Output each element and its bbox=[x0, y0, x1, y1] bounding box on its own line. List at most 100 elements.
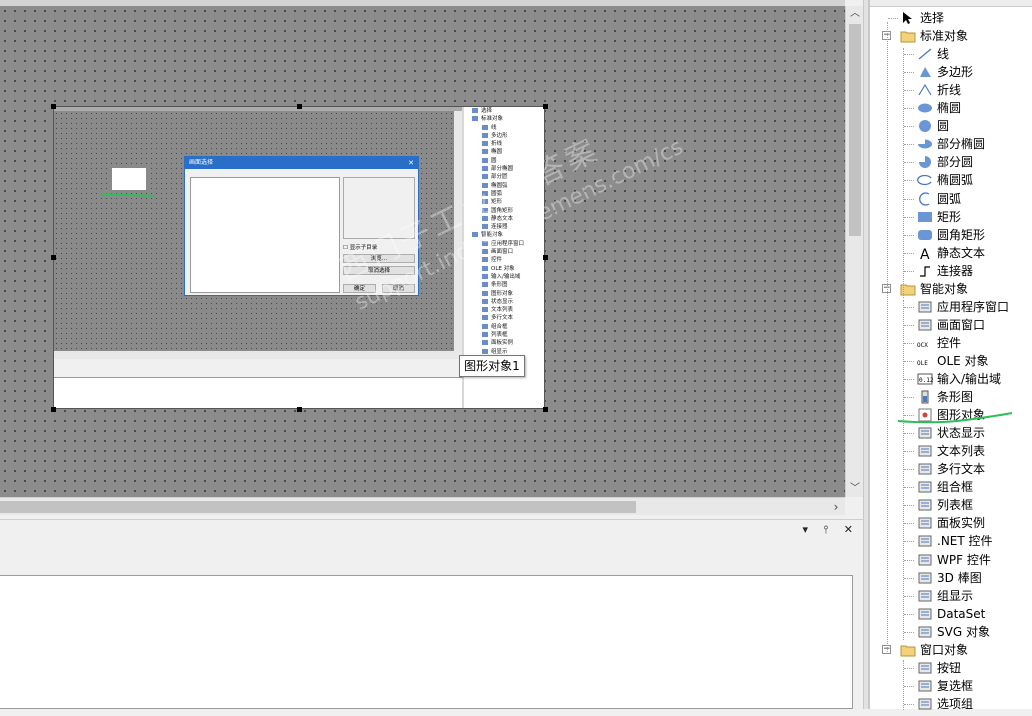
tree-connector bbox=[904, 505, 914, 507]
toolbox-item-polyline[interactable]: 折线 bbox=[870, 81, 1032, 99]
toolbox-item-picture-window[interactable]: 画面窗口 bbox=[870, 316, 1032, 334]
ellipse-arc-icon bbox=[917, 173, 933, 187]
embedded-tree-item: 控件 bbox=[468, 256, 544, 264]
toolbox-item-polygon[interactable]: 多边形 bbox=[870, 63, 1032, 81]
embedded-tree-item: 列表框 bbox=[468, 331, 544, 339]
tree-connector bbox=[904, 252, 914, 254]
toolbox-item-label: 部分椭圆 bbox=[937, 137, 986, 152]
cancel-select-button: 取消选择 bbox=[343, 266, 415, 275]
toolbox-item-ole-object[interactable]: OLE OLE 对象 bbox=[870, 352, 1032, 370]
embedded-tree-icon bbox=[482, 215, 488, 221]
embedded-tree-item: 标准对象 bbox=[468, 115, 544, 123]
connector-icon bbox=[917, 264, 933, 278]
scroll-up-icon[interactable]: ︿ bbox=[846, 6, 864, 22]
selection-handle-ne[interactable] bbox=[543, 104, 548, 109]
toolbox-item-label: 窗口对象 bbox=[920, 642, 969, 657]
toolbox-item-dotnet-control[interactable]: .NET 控件 bbox=[870, 532, 1032, 550]
horizontal-scroll-thumb[interactable] bbox=[0, 501, 636, 513]
toolbox-item-connector[interactable]: 连接器 bbox=[870, 262, 1032, 280]
toolbox-item-folder-shapes[interactable]: − 标准对象 bbox=[870, 27, 1032, 45]
ellipse-icon bbox=[917, 101, 933, 115]
tree-connector bbox=[904, 198, 914, 200]
toolbox-item-circle-arc[interactable]: 圆弧 bbox=[870, 190, 1032, 208]
ellipse-segment-icon bbox=[917, 137, 933, 151]
selection-handle-s[interactable] bbox=[297, 407, 302, 412]
toolbox-item-cursor-arrow[interactable]: 选择 bbox=[870, 9, 1032, 27]
toolbox-item-wpf-control[interactable]: WPF 控件 bbox=[870, 551, 1032, 569]
toolbox-item-circle[interactable]: 圆 bbox=[870, 117, 1032, 135]
tree-connector bbox=[904, 324, 914, 326]
toolbox-item-bar-graph[interactable]: 条形图 bbox=[870, 388, 1032, 406]
toolbox-item-combobox[interactable]: 组合框 bbox=[870, 478, 1032, 496]
embedded-tree-label: 部分椭圆 bbox=[491, 166, 514, 173]
ok-button: 确定 bbox=[343, 284, 376, 293]
tree-connector bbox=[904, 397, 914, 399]
toolbox-item-ellipse-segment[interactable]: 部分椭圆 bbox=[870, 135, 1032, 153]
toolbox-item-io-field[interactable]: 0.12 输入/输出域 bbox=[870, 370, 1032, 388]
embedded-tree-label: 状态显示 bbox=[491, 298, 514, 305]
dialog-preview bbox=[343, 177, 415, 239]
toolbox-item-rounded-rectangle[interactable]: 圆角矩形 bbox=[870, 226, 1032, 244]
toolbox-item-listbox[interactable]: 列表框 bbox=[870, 496, 1032, 514]
pane-content[interactable] bbox=[0, 575, 853, 709]
toolbox-item-dataset[interactable]: DataSet bbox=[870, 605, 1032, 623]
toolbox-item-faceplate-instance[interactable]: 面板实例 bbox=[870, 514, 1032, 532]
toolbox-item-line[interactable]: 线 bbox=[870, 45, 1032, 63]
embedded-tree-icon bbox=[482, 174, 488, 180]
tree-connector bbox=[904, 685, 914, 687]
toolbox-item-ellipse-arc[interactable]: 椭圆弧 bbox=[870, 171, 1032, 189]
toolbox-item-3d-bar[interactable]: 3D 棒图 bbox=[870, 569, 1032, 587]
scroll-right-icon[interactable]: › bbox=[829, 498, 843, 516]
selection-handle-e[interactable] bbox=[543, 255, 548, 260]
toolbox-item-ellipse[interactable]: 椭圆 bbox=[870, 99, 1032, 117]
toolbox-item-multiline-text[interactable]: 多行文本 bbox=[870, 460, 1032, 478]
embedded-tree-label: 智能对象 bbox=[481, 232, 504, 239]
embedded-tree-item: 连接器 bbox=[468, 223, 544, 231]
embedded-tree-label: 椭圆 bbox=[491, 149, 503, 156]
selection-handle-n[interactable] bbox=[297, 104, 302, 109]
toolbox-item-svg-object[interactable]: SVG 对象 bbox=[870, 623, 1032, 641]
tree-connector bbox=[904, 54, 914, 56]
toolbox-item-label: 静态文本 bbox=[937, 245, 986, 260]
embedded-tree-icon bbox=[482, 340, 488, 346]
tree-connector bbox=[904, 108, 914, 110]
toolbox-item-folder-smart[interactable]: − 智能对象 bbox=[870, 280, 1032, 298]
tree-connector bbox=[904, 379, 914, 380]
folder-window-icon bbox=[900, 643, 916, 657]
toolbox-item-folder-window[interactable]: − 窗口对象 bbox=[870, 641, 1032, 659]
toolbox-item-circle-segment[interactable]: 部分圆 bbox=[870, 153, 1032, 171]
embedded-tree-icon bbox=[482, 265, 488, 271]
tree-connector bbox=[904, 72, 914, 74]
embedded-tree-label: 部分圆 bbox=[491, 174, 508, 181]
selection-handle-sw[interactable] bbox=[51, 407, 56, 412]
pane-window-controls[interactable]: ▾ ⫯ ✕ bbox=[802, 523, 859, 537]
toolbox-header bbox=[870, 0, 1032, 7]
toolbox-item-button[interactable]: 按钮 bbox=[870, 659, 1032, 677]
toolbox-item-status-display[interactable]: 状态显示 bbox=[870, 424, 1032, 442]
vertical-scroll-thumb[interactable] bbox=[849, 24, 861, 236]
toolbox-item-label: 条形图 bbox=[937, 390, 974, 405]
embedded-tree-label: 多边形 bbox=[491, 132, 508, 139]
embedded-tree-icon bbox=[482, 249, 488, 255]
toolbox-item-checkbox[interactable]: 复选框 bbox=[870, 677, 1032, 695]
scroll-down-icon[interactable]: ﹀ bbox=[846, 481, 864, 497]
toolbox-item-label: .NET 控件 bbox=[937, 534, 993, 549]
canvas-horizontal-scrollbar[interactable]: › bbox=[0, 497, 845, 515]
toolbox-item-option-group[interactable]: 选项组 bbox=[870, 695, 1032, 713]
toolbox-item-label: 智能对象 bbox=[920, 281, 969, 296]
toolbox-item-label: 标准对象 bbox=[920, 29, 969, 44]
toolbox-item-label: 矩形 bbox=[937, 209, 962, 224]
toolbox-item-text-list[interactable]: 文本列表 bbox=[870, 442, 1032, 460]
embedded-hscroll bbox=[54, 351, 462, 359]
toolbox-item-application-window[interactable]: 应用程序窗口 bbox=[870, 298, 1032, 316]
toolbox-item-ocx-control[interactable]: OCX 控件 bbox=[870, 334, 1032, 352]
embedded-tree-icon bbox=[482, 282, 488, 288]
canvas-vertical-scrollbar[interactable]: ︿ ﹀ bbox=[845, 6, 863, 497]
toolbox-item-rectangle[interactable]: 矩形 bbox=[870, 208, 1032, 226]
show-subdirs-checkbox: ☐ 显示子目录 bbox=[343, 245, 378, 251]
selection-handle-se[interactable] bbox=[543, 407, 548, 412]
selection-handle-nw[interactable] bbox=[51, 104, 56, 109]
selection-handle-w[interactable] bbox=[51, 255, 56, 260]
toolbox-item-group-display[interactable]: 组显示 bbox=[870, 587, 1032, 605]
toolbox-item-static-text[interactable]: A 静态文本 bbox=[870, 244, 1032, 263]
